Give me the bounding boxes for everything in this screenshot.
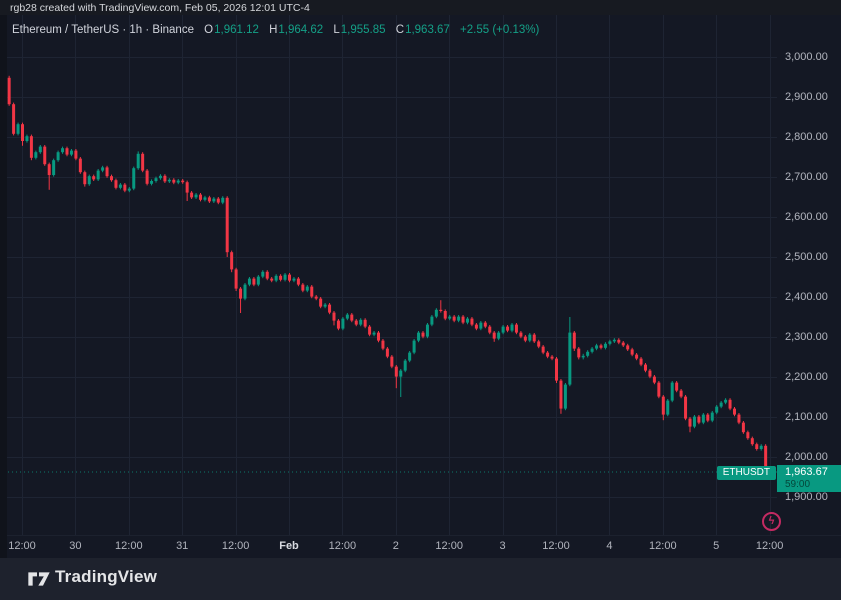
candlestick-chart — [0, 15, 841, 558]
price-axis-label: 2,600.00 — [785, 211, 828, 223]
price-axis-label: 1,900.00 — [785, 491, 828, 503]
price-axis-label: 2,900.00 — [785, 91, 828, 103]
time-scale[interactable]: 12:00 30 12:00 31 12:00 Feb 12:00 2 12:00 3 12:00 4… — [0, 535, 783, 558]
time-axis-label: 30 — [69, 540, 81, 552]
time-axis-label: 2 — [393, 540, 399, 552]
time-axis-label: 31 — [176, 540, 188, 552]
symbol-price-tag: ETHUSDT — [717, 466, 776, 480]
change-value: +2.55 (+0.13%) — [460, 24, 539, 36]
high-label: H — [269, 24, 277, 36]
low-label: L — [333, 24, 339, 36]
price-axis-label: 2,000.00 — [785, 451, 828, 463]
price-axis-label: 2,700.00 — [785, 171, 828, 183]
price-axis-label: 2,200.00 — [785, 371, 828, 383]
tradingview-snapshot: rgb28 created with TradingView.com, Feb … — [0, 0, 841, 600]
footer-bar: TradingView — [0, 558, 841, 600]
last-price-tag: 1,963.67 59:00 — [777, 465, 841, 492]
price-axis-label: 2,300.00 — [785, 331, 828, 343]
time-axis-label: Feb — [279, 540, 299, 552]
last-price-value: 1,963.67 — [777, 465, 841, 479]
attribution-text: rgb28 created with TradingView.com, Feb … — [10, 1, 310, 15]
pane-left-shade — [0, 15, 7, 558]
close-value: 1,963.67 — [405, 24, 450, 36]
price-scale[interactable]: 3,000.00 2,900.00 2,800.00 2,700.00 2,600.00… — [777, 15, 841, 535]
chart-pane: Ethereum / TetherUS · 1h · Binance O1,96… — [0, 15, 841, 558]
time-axis-label: 5 — [713, 540, 719, 552]
time-axis-label: 12:00 — [435, 540, 463, 552]
auto-refresh-icon[interactable]: ϟ — [762, 512, 781, 531]
price-axis-label: 2,400.00 — [785, 291, 828, 303]
attribution-bar: rgb28 created with TradingView.com, Feb … — [0, 0, 841, 15]
low-value: 1,955.85 — [341, 24, 386, 36]
time-axis-label: 12:00 — [115, 540, 143, 552]
time-axis-label: 12:00 — [222, 540, 250, 552]
tradingview-brand[interactable]: TradingView — [55, 567, 157, 587]
time-axis-label: 3 — [500, 540, 506, 552]
tradingview-logo-icon[interactable] — [27, 569, 51, 589]
open-label: O — [204, 24, 213, 36]
price-axis-label: 2,800.00 — [785, 131, 828, 143]
symbol-tag-text: ETHUSDT — [723, 467, 770, 478]
time-axis-label: 4 — [606, 540, 612, 552]
close-label: C — [396, 24, 404, 36]
time-axis-label: 12:00 — [8, 540, 36, 552]
symbol-legend: Ethereum / TetherUS · 1h · Binance O1,96… — [12, 24, 539, 36]
high-value: 1,964.62 — [278, 24, 323, 36]
price-axis-label: 2,500.00 — [785, 251, 828, 263]
symbol-title: Ethereum / TetherUS · 1h · Binance — [12, 24, 194, 36]
time-axis-label: 12:00 — [649, 540, 677, 552]
price-axis-label: 3,000.00 — [785, 51, 828, 63]
bar-countdown: 59:00 — [777, 479, 841, 491]
open-value: 1,961.12 — [214, 24, 259, 36]
time-axis-label: 12:00 — [756, 540, 783, 552]
price-axis-label: 2,100.00 — [785, 411, 828, 423]
time-axis-label: 12:00 — [329, 540, 357, 552]
time-axis-label: 12:00 — [542, 540, 570, 552]
